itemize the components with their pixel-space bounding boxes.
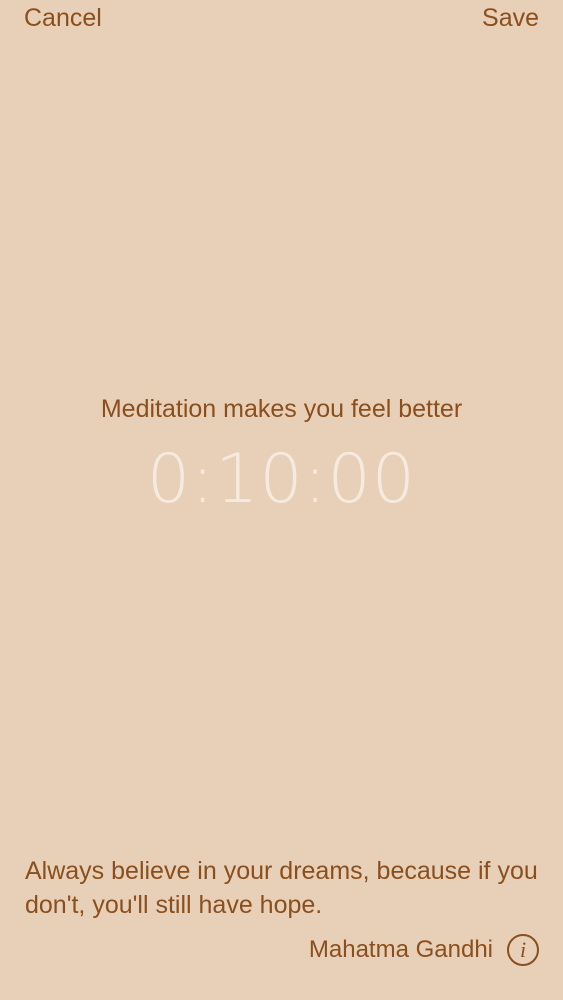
session-subtitle: Meditation makes you feel better — [100, 395, 463, 423]
quote-author-row: Mahatma Gandhi i — [309, 932, 539, 968]
timer-display: 0:10:00 — [146, 440, 417, 519]
top-bar: Cancel Save — [0, 0, 563, 40]
quote-author: Mahatma Gandhi — [308, 936, 493, 963]
cancel-button[interactable]: Cancel — [24, 4, 102, 32]
save-button[interactable]: Save — [482, 4, 539, 32]
info-icon[interactable]: i — [507, 934, 539, 966]
quote-text: Always believe in your dreams, because i… — [25, 857, 538, 919]
